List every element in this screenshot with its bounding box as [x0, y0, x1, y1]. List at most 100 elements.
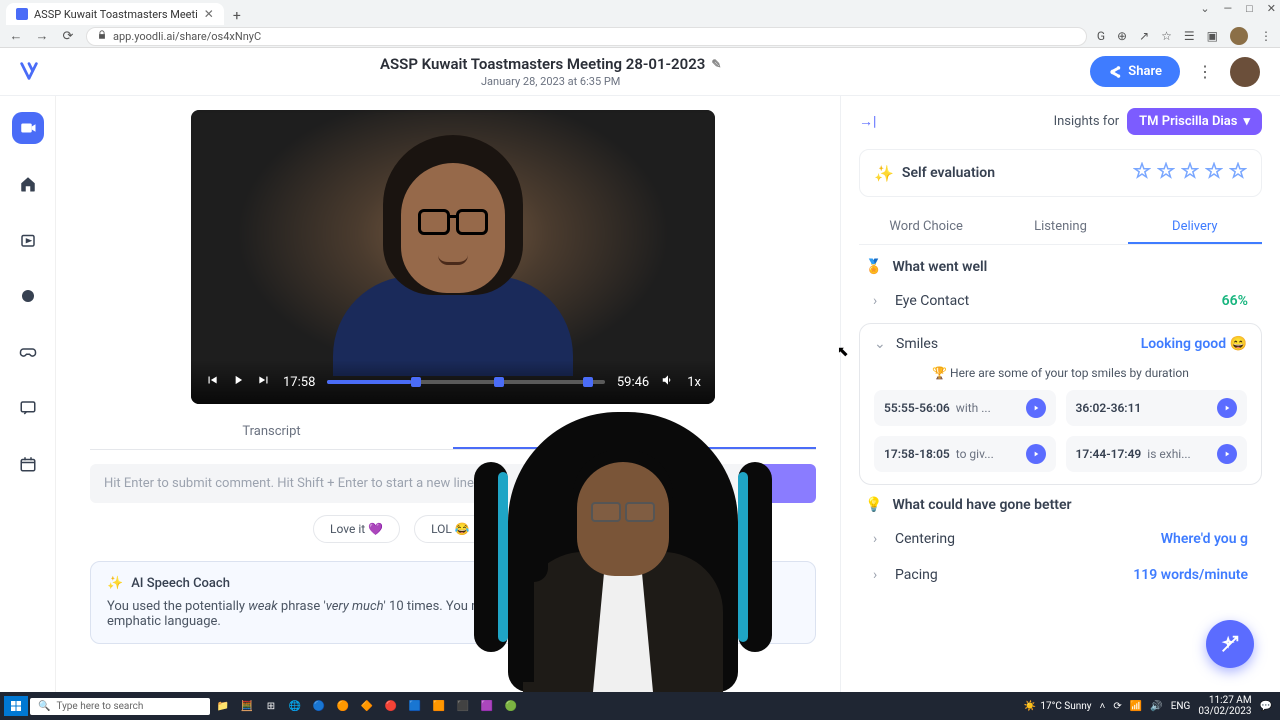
play-icon[interactable]	[1026, 444, 1046, 464]
prev-button[interactable]	[205, 373, 219, 391]
video-speed[interactable]: 1x	[687, 375, 701, 390]
tray-sync-icon[interactable]: ⟳	[1113, 701, 1121, 712]
metric-smiles[interactable]: ⌄ Smiles Looking good 😄	[874, 336, 1247, 352]
smile-clip[interactable]: 36:02-36:11	[1066, 390, 1248, 426]
tb-edge[interactable]: 🔵	[308, 696, 330, 716]
taskbar-search[interactable]: 🔍 Type here to search	[30, 698, 210, 715]
back-button[interactable]: ←	[8, 28, 24, 44]
close-icon[interactable]: ✕	[204, 7, 214, 21]
tray-up-icon[interactable]: ˄	[1100, 701, 1106, 712]
tray-notif-icon[interactable]: 💬	[1260, 701, 1272, 712]
reload-button[interactable]: ⟳	[60, 29, 76, 44]
tab-listening[interactable]: Listening	[993, 211, 1127, 244]
user-avatar[interactable]	[1230, 57, 1260, 87]
mouse-cursor: ⬉	[837, 344, 849, 360]
star-5[interactable]	[1229, 162, 1247, 184]
tb-app-8[interactable]: 🟧	[428, 696, 450, 716]
self-evaluation-card[interactable]: ✨ Self evaluation	[859, 149, 1262, 197]
next-button[interactable]	[257, 373, 271, 391]
play-icon[interactable]	[1217, 444, 1237, 464]
reading-list-icon[interactable]: ☰	[1184, 29, 1195, 43]
tb-app-7[interactable]: 🟦	[404, 696, 426, 716]
tray-lang[interactable]: ENG	[1171, 701, 1191, 712]
metric-centering[interactable]: › Centering Where'd you g	[859, 521, 1262, 557]
tb-app-6[interactable]: 🔴	[380, 696, 402, 716]
nav-home[interactable]	[12, 168, 44, 200]
tb-whatsapp[interactable]: 🟢	[500, 696, 522, 716]
taskbar-clock[interactable]: 11:27 AM 03/02/2023	[1198, 695, 1251, 717]
address-bar[interactable]: app.yoodli.ai/share/os4xNnyC	[86, 27, 1087, 46]
tb-app-5[interactable]: 🔶	[356, 696, 378, 716]
smile-clip[interactable]: 55:55-56:06with ...	[874, 390, 1056, 426]
app-header: ASSP Kuwait Toastmasters Meeting 28-01-2…	[0, 48, 1280, 96]
wand-icon: ✨	[107, 576, 123, 591]
tab-favicon	[16, 8, 28, 20]
share-label: Share	[1128, 64, 1162, 79]
volume-icon[interactable]	[661, 373, 675, 391]
profile-avatar[interactable]	[1230, 27, 1248, 45]
smiles-subtitle: 🏆 Here are some of your top smiles by du…	[874, 366, 1247, 380]
edit-icon[interactable]: ✎	[711, 57, 721, 71]
nav-record[interactable]	[12, 112, 44, 144]
menu-icon[interactable]: ⋮	[1260, 29, 1272, 43]
search-icon: 🔍	[38, 701, 50, 712]
progress-bar[interactable]	[327, 380, 604, 384]
forward-button[interactable]: →	[34, 28, 50, 44]
chip-love[interactable]: Love it 💜	[313, 515, 400, 543]
tb-app-1[interactable]: 📁	[212, 696, 234, 716]
tb-app-9[interactable]: ⬛	[452, 696, 474, 716]
play-button[interactable]	[231, 373, 245, 391]
tab-word-choice[interactable]: Word Choice	[859, 211, 993, 244]
star-2[interactable]	[1157, 162, 1175, 184]
play-icon[interactable]	[1217, 398, 1237, 418]
more-icon[interactable]: ⋮	[1194, 62, 1216, 81]
star-3[interactable]	[1181, 162, 1199, 184]
bulb-icon: 💡	[865, 497, 882, 513]
metric-pacing[interactable]: › Pacing 119 words/minute	[859, 557, 1262, 593]
nav-games[interactable]	[12, 336, 44, 368]
collapse-icon[interactable]: →|	[859, 113, 876, 130]
tab-transcript[interactable]: Transcript	[90, 414, 453, 449]
zoom-icon[interactable]: ⊕	[1117, 29, 1127, 43]
smile-clip[interactable]: 17:44-17:49is exhi...	[1066, 436, 1248, 472]
smile-clip[interactable]: 17:58-18:05to giv...	[874, 436, 1056, 472]
person-selector[interactable]: TM Priscilla Dias ▾	[1127, 108, 1262, 135]
share-icon[interactable]: ↗	[1139, 29, 1149, 43]
chevron-right-icon: ›	[873, 567, 887, 583]
tb-app-4[interactable]: 🟠	[332, 696, 354, 716]
url-text: app.yoodli.ai/share/os4xNnyC	[113, 30, 261, 43]
browser-tab[interactable]: ASSP Kuwait Toastmasters Meeti ✕	[6, 3, 224, 25]
magic-fab-button[interactable]	[1206, 620, 1254, 668]
metric-eye-contact[interactable]: › Eye Contact 66%	[859, 283, 1262, 319]
google-icon[interactable]: G	[1097, 29, 1105, 43]
maximize-icon[interactable]: □	[1246, 2, 1253, 15]
share-button[interactable]: Share	[1090, 56, 1180, 87]
tray-volume-icon[interactable]: 🔊	[1150, 701, 1162, 712]
chevron-down-icon: ▾	[1243, 114, 1250, 129]
page-title: ASSP Kuwait Toastmasters Meeting 28-01-2…	[380, 55, 705, 73]
extensions-icon[interactable]: ▣	[1207, 29, 1218, 43]
nav-record-circle[interactable]	[12, 280, 44, 312]
taskbar-weather[interactable]: ☀️ 17°C Sunny	[1024, 701, 1092, 712]
star-icon[interactable]: ☆	[1161, 29, 1172, 43]
nav-library[interactable]	[12, 224, 44, 256]
tb-app-3[interactable]: ⊞	[260, 696, 282, 716]
nav-calendar[interactable]	[12, 448, 44, 480]
tray-wifi-icon[interactable]: 📶	[1130, 701, 1142, 712]
video-player[interactable]: 17:58 59:46 1x	[191, 110, 715, 404]
star-1[interactable]	[1133, 162, 1151, 184]
tb-teams[interactable]: 🟪	[476, 696, 498, 716]
minimize-icon[interactable]: —	[1224, 2, 1233, 15]
tb-app-2[interactable]: 🧮	[236, 696, 258, 716]
chevron-down-icon[interactable]: ⌄	[1200, 2, 1209, 15]
new-tab-button[interactable]: +	[228, 7, 246, 25]
close-window-icon[interactable]: ✕	[1267, 2, 1276, 15]
start-button[interactable]	[4, 696, 28, 716]
nav-feedback[interactable]	[12, 392, 44, 424]
tb-chrome[interactable]: 🌐	[284, 696, 306, 716]
yoodli-logo[interactable]	[18, 60, 40, 86]
play-icon[interactable]	[1026, 398, 1046, 418]
tab-delivery[interactable]: Delivery	[1128, 211, 1262, 244]
insights-panel: →| Insights for TM Priscilla Dias ▾ ✨ Se…	[840, 96, 1280, 692]
star-4[interactable]	[1205, 162, 1223, 184]
